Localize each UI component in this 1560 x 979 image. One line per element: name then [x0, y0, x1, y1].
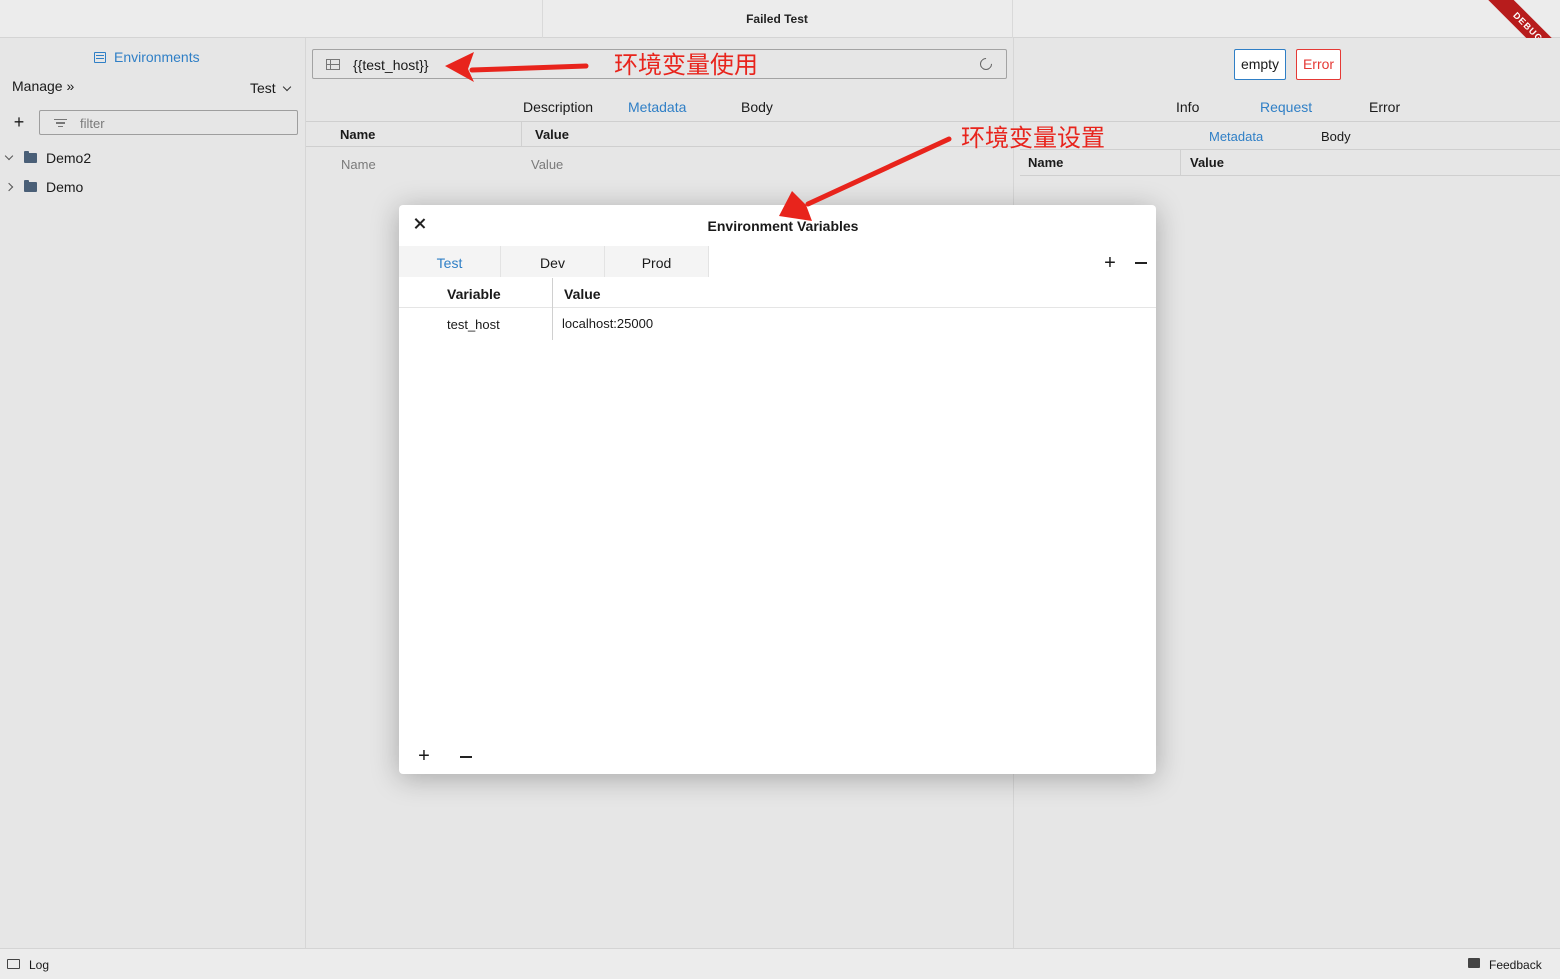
folder-icon	[24, 151, 37, 163]
filter-input[interactable]	[80, 114, 280, 132]
annotation-env-usage: 环境变量使用	[614, 51, 758, 79]
environment-tab-bar: Test Dev Prod +	[399, 246, 1156, 277]
chevron-right-icon[interactable]	[4, 182, 14, 192]
table-icon	[326, 59, 340, 70]
close-icon[interactable]	[413, 217, 427, 231]
environment-variables-dialog: Environment Variables Test Dev Prod + Va…	[399, 205, 1156, 774]
column-header-value: Value	[535, 127, 569, 142]
environment-select[interactable]: Test	[250, 80, 291, 96]
sidebar: Environments Manage » Test + Demo2 Demo	[0, 38, 306, 948]
refresh-icon[interactable]	[977, 55, 995, 73]
environments-label: Environments	[114, 49, 200, 65]
column-divider	[1180, 150, 1181, 175]
table-row[interactable]: test_host localhost:25000	[399, 308, 1156, 340]
tab-divider	[306, 121, 1014, 122]
add-variable-button[interactable]: +	[416, 746, 432, 766]
variables-header: Variable Value	[399, 278, 1156, 308]
tree-folder-label: Demo	[46, 179, 84, 195]
add-environment-button[interactable]: +	[1102, 253, 1118, 273]
tab-request[interactable]: Request	[1260, 99, 1312, 115]
list-icon	[94, 51, 106, 63]
column-header-name: Name	[340, 127, 376, 142]
metadata-value-input[interactable]: Value	[531, 157, 563, 172]
tab-info[interactable]: Info	[1176, 99, 1199, 115]
status-error-button[interactable]: Error	[1296, 49, 1341, 80]
dialog-title: Environment Variables	[707, 218, 859, 234]
column-header-value: Value	[564, 286, 601, 302]
header-divider	[1020, 175, 1560, 176]
column-divider	[552, 308, 553, 340]
metadata-name-input[interactable]: Name	[341, 157, 376, 172]
feedback-button[interactable]: Feedback	[1489, 958, 1542, 972]
tab-body[interactable]: Body	[741, 99, 773, 115]
tree-folder-label: Demo2	[46, 150, 92, 166]
header-divider	[306, 146, 1014, 147]
column-header-name: Name	[1028, 155, 1064, 170]
tab-env-dev[interactable]: Dev	[501, 246, 605, 277]
tab-bar-spacer	[709, 246, 1156, 277]
chevron-down-icon	[282, 82, 291, 91]
tree-folder-demo[interactable]: Demo	[0, 174, 300, 200]
status-bar: Log Feedback	[0, 948, 1560, 979]
variable-value-cell[interactable]: localhost:25000	[562, 316, 653, 331]
tab-metadata[interactable]: Metadata	[628, 99, 686, 115]
column-header-variable: Variable	[447, 286, 501, 302]
add-item-button[interactable]: +	[10, 113, 28, 131]
variable-name-cell[interactable]: test_host	[447, 317, 500, 332]
annotation-env-settings: 环境变量设置	[961, 124, 1105, 152]
tab-error[interactable]: Error	[1369, 99, 1400, 115]
tree-folder-demo2[interactable]: Demo2	[0, 145, 300, 171]
column-divider	[521, 122, 522, 146]
folder-icon	[24, 180, 37, 192]
column-divider	[552, 278, 553, 308]
chevron-down-icon[interactable]	[4, 151, 14, 161]
remove-environment-button[interactable]	[1135, 262, 1147, 264]
window-title: Failed Test	[746, 12, 808, 26]
environments-link[interactable]: Environments	[94, 49, 200, 65]
tab-env-prod[interactable]: Prod	[605, 246, 709, 277]
log-button[interactable]: Log	[29, 958, 49, 972]
manage-button[interactable]: Manage »	[12, 78, 74, 94]
environment-select-value: Test	[250, 80, 276, 96]
remove-variable-button[interactable]	[460, 756, 472, 758]
subtab-body[interactable]: Body	[1321, 129, 1351, 144]
tab-env-test[interactable]: Test	[399, 246, 501, 277]
feedback-icon	[1468, 958, 1480, 968]
tab-description[interactable]: Description	[523, 99, 593, 115]
column-header-value: Value	[1190, 155, 1224, 170]
filter-field[interactable]	[39, 110, 298, 135]
filter-icon	[54, 119, 67, 127]
status-empty-button[interactable]: empty	[1234, 49, 1286, 80]
log-icon	[7, 959, 20, 969]
title-bar: Failed Test	[0, 0, 1560, 38]
subtab-metadata[interactable]: Metadata	[1209, 129, 1263, 144]
